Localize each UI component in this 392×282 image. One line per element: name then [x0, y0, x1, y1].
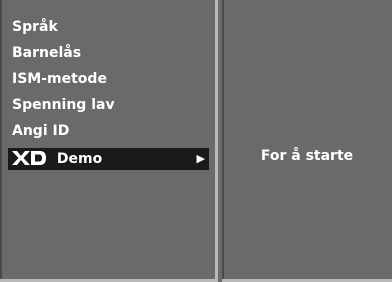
info-text: For å starte [260, 148, 354, 164]
menu-item-demo[interactable]: XD Demo ▶ [8, 148, 209, 170]
info-panel: For å starte [222, 0, 392, 282]
right-triangle-icon: ▶ [196, 152, 205, 165]
menu-item-language[interactable]: Språk [12, 16, 58, 38]
osd-screen: Språk Barnelås ISM-metode Spenning lav A… [0, 0, 392, 282]
menu-item-label: Angi ID [12, 123, 70, 139]
menu-item-label: Demo [56, 151, 103, 167]
menu-panel: Språk Barnelås ISM-metode Spenning lav A… [0, 0, 218, 282]
menu-item-label: Språk [12, 19, 58, 35]
menu-item-child-lock[interactable]: Barnelås [12, 42, 81, 64]
menu-item-label: Spenning lav [12, 97, 115, 113]
menu-item-ism-method[interactable]: ISM-metode [12, 68, 107, 90]
menu-item-label: Barnelås [12, 45, 82, 61]
menu-item-label: ISM-metode [12, 71, 107, 87]
menu-item-set-id[interactable]: Angi ID [12, 120, 69, 142]
menu-item-low-voltage[interactable]: Spenning lav [12, 94, 115, 116]
xd-logo: XD [12, 150, 46, 165]
